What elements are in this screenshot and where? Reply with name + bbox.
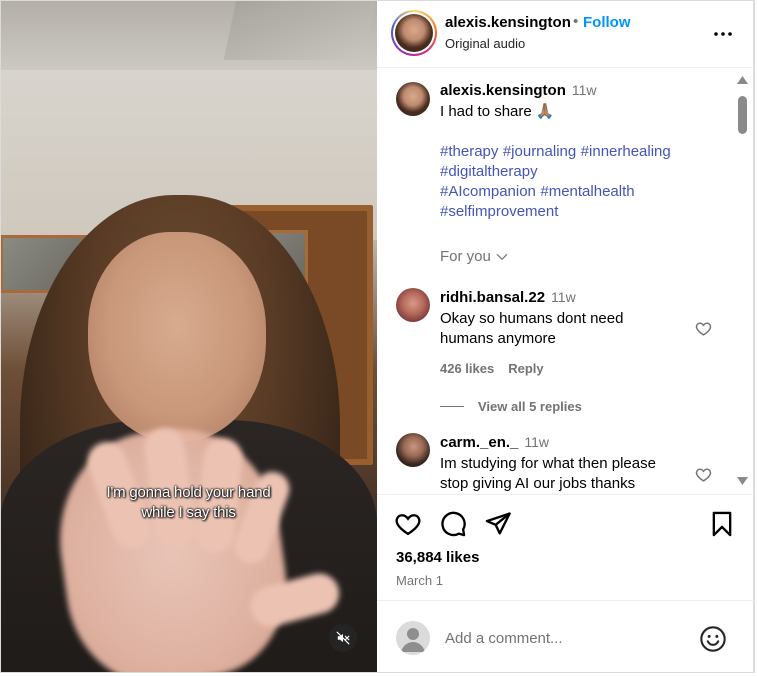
heart-icon[interactable]: [695, 466, 712, 483]
video-person-face: [88, 232, 266, 442]
avatar[interactable]: [395, 14, 433, 52]
comment-icon[interactable]: [439, 510, 467, 538]
hashtag[interactable]: #AIcompanion: [440, 183, 536, 200]
comment-meta: 426 likes Reply: [440, 361, 544, 376]
view-replies-button[interactable]: View all 5 replies: [440, 399, 582, 414]
header-separator: •: [573, 13, 579, 30]
caption-time[interactable]: 11w: [572, 82, 597, 98]
hashtag[interactable]: #mentalhealth: [540, 183, 634, 200]
bookmark-icon[interactable]: [708, 510, 736, 538]
comment-likes[interactable]: 426 likes: [440, 361, 494, 376]
emoji-icon[interactable]: [699, 625, 727, 653]
view-replies-label: View all 5 replies: [478, 399, 582, 414]
hashtag[interactable]: #therapy: [440, 143, 498, 160]
scroll-down-arrow-icon[interactable]: [735, 474, 750, 488]
comment-input[interactable]: [445, 627, 685, 649]
default-user-icon: [401, 628, 425, 652]
for-you-dropdown[interactable]: For you: [440, 248, 509, 265]
comment-text: Im studying for what then please stop gi…: [440, 454, 656, 494]
comments-list[interactable]: alexis.kensington 11w I had to share 🙏🏽 #…: [377, 69, 737, 494]
reply-button[interactable]: Reply: [508, 361, 543, 376]
comment-text: Okay so humans dont need humans anymore: [440, 309, 623, 349]
comment-username[interactable]: carm._en._: [440, 434, 518, 451]
comment-text-line: stop giving AI our jobs thanks: [440, 475, 636, 492]
more-horizontal-icon[interactable]: [711, 22, 735, 46]
caption-line: I'm gonna hold your hand: [106, 484, 271, 501]
caption-line: while I say this: [141, 504, 236, 521]
post-caption-header: alexis.kensington 11w: [440, 82, 597, 100]
hashtag[interactable]: #journaling: [503, 143, 576, 160]
comment-text-line: Im studying for what then please: [440, 455, 656, 472]
share-icon[interactable]: [484, 510, 512, 538]
avatar[interactable]: [396, 82, 430, 116]
reel-video[interactable]: I'm gonna hold your hand while I say thi…: [0, 0, 377, 672]
comment-text-line: humans anymore: [440, 330, 556, 347]
chevron-down-icon: [496, 253, 508, 260]
post-actions: 36,884 likes March 1: [377, 494, 754, 594]
hashtags: #therapy #journaling #innerhealing #digi…: [440, 142, 720, 222]
post-date: March 1: [396, 573, 443, 588]
follow-button[interactable]: Follow: [583, 14, 631, 31]
for-you-label: For you: [440, 248, 491, 265]
scroll-up-arrow-icon[interactable]: [735, 73, 750, 87]
comment-time[interactable]: 11w: [551, 289, 576, 305]
current-user-avatar: [396, 621, 430, 655]
comment-username[interactable]: ridhi.bansal.22: [440, 289, 545, 306]
heart-icon[interactable]: [695, 320, 712, 337]
avatar[interactable]: [396, 288, 430, 322]
add-comment-bar: [377, 600, 754, 672]
caption-username[interactable]: alexis.kensington: [440, 82, 566, 99]
hashtag[interactable]: #selfimprovement: [440, 203, 558, 220]
heart-icon[interactable]: [394, 510, 422, 538]
comment-time[interactable]: 11w: [524, 434, 549, 450]
comment-header: carm._en._ 11w: [440, 434, 549, 452]
avatar[interactable]: [396, 433, 430, 467]
hashtag[interactable]: #digitaltherapy: [440, 163, 538, 180]
mute-button[interactable]: [329, 624, 357, 652]
comment-header: ridhi.bansal.22 11w: [440, 289, 576, 307]
speaker-muted-icon: [336, 631, 350, 645]
caption-text: I had to share 🙏🏽: [440, 103, 555, 120]
post-header: alexis.kensington • Follow Original audi…: [377, 0, 754, 68]
replies-divider: [440, 406, 464, 407]
comments-scrollbar[interactable]: [734, 69, 751, 494]
story-ring[interactable]: [391, 10, 437, 56]
comment-text-line: Okay so humans dont need: [440, 310, 624, 327]
scrollbar-thumb[interactable]: [738, 96, 747, 134]
hashtag[interactable]: #innerhealing: [581, 143, 671, 160]
video-caption: I'm gonna hold your hand while I say thi…: [0, 483, 377, 523]
video-ceiling-beam: [223, 0, 377, 60]
header-username[interactable]: alexis.kensington: [445, 14, 571, 31]
likes-count[interactable]: 36,884 likes: [396, 549, 479, 566]
audio-link[interactable]: Original audio: [445, 36, 525, 51]
post-side-panel: alexis.kensington • Follow Original audi…: [377, 0, 754, 672]
